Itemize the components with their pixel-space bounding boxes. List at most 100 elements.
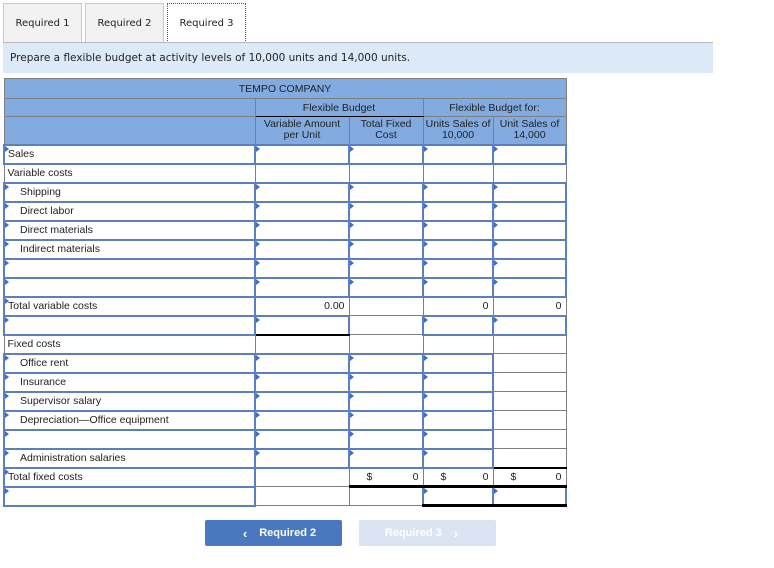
table-row: Office rent (3, 352, 567, 374)
input-direct-materials-variable[interactable] (254, 219, 350, 241)
input-blank-fixed[interactable] (348, 276, 424, 298)
input-office-rent-fixed[interactable] (348, 352, 424, 374)
prev-required-2-button[interactable]: ‹ Required 2 (205, 520, 342, 546)
input-depreciation-fixed[interactable] (348, 409, 424, 431)
input-blank-14000[interactable] (492, 314, 567, 336)
table-row: Insurance (3, 371, 567, 393)
input-blank-10000[interactable] (422, 276, 494, 298)
input-indirect-materials-fixed[interactable] (348, 238, 424, 260)
table-row: Total fixed costs $ 0 $ 0 $ 0 (3, 466, 567, 488)
input-blank-fixed[interactable] (348, 257, 424, 279)
input-indirect-materials-14000[interactable] (492, 238, 567, 260)
row-label-sales[interactable]: Sales (3, 143, 256, 165)
tab-required-1[interactable]: Required 1 (3, 3, 82, 43)
input-depreciation-variable[interactable] (254, 409, 350, 431)
chevron-left-icon: ‹ (242, 525, 248, 541)
cell-empty (492, 448, 567, 468)
row-label-insurance[interactable]: Insurance (3, 371, 256, 393)
input-blank-10000[interactable] (422, 257, 494, 279)
input-blank-10000[interactable] (422, 428, 494, 450)
currency-symbol: $ (510, 470, 517, 483)
table-row: Administration salaries (3, 447, 567, 469)
instruction-text: Prepare a flexible budget at activity le… (3, 43, 713, 73)
input-blank-variable[interactable] (254, 428, 350, 450)
prev-button-label: Required 2 (259, 527, 317, 539)
total-variable-per-unit: 0.00 (254, 295, 350, 316)
input-office-rent-variable[interactable] (254, 352, 350, 374)
input-administration-salaries-fixed[interactable] (348, 447, 424, 469)
input-blank-variable[interactable] (254, 314, 350, 336)
header-blank (3, 98, 256, 117)
company-name: TEMPO COMPANY (3, 78, 567, 99)
row-label-indirect-materials[interactable]: Indirect materials (3, 238, 256, 260)
row-label-administration-salaries[interactable]: Administration salaries (3, 447, 256, 469)
input-administration-salaries-variable[interactable] (254, 447, 350, 469)
row-label-office-rent[interactable]: Office rent (3, 352, 256, 374)
input-blank-label[interactable] (3, 276, 256, 298)
input-shipping-fixed[interactable] (348, 181, 424, 203)
input-blank-label[interactable] (3, 257, 256, 279)
input-depreciation-10000[interactable] (422, 409, 494, 431)
table-row: Sales (3, 143, 567, 165)
currency-symbol: $ (366, 470, 373, 483)
tab-required-2[interactable]: Required 2 (85, 3, 164, 43)
row-label-supervisor-salary[interactable]: Supervisor salary (3, 390, 256, 412)
input-blank-10000[interactable] (422, 485, 494, 507)
row-label-direct-labor[interactable]: Direct labor (3, 200, 256, 222)
input-direct-materials-fixed[interactable] (348, 219, 424, 241)
total-fixed-14000-amount: 0 (555, 470, 562, 483)
input-sales-14000[interactable] (492, 143, 567, 165)
table-row: Fixed costs (3, 334, 567, 354)
input-sales-fixed[interactable] (348, 143, 424, 165)
tab-required-3[interactable]: Required 3 (167, 3, 246, 43)
input-direct-materials-10000[interactable] (422, 219, 494, 241)
input-blank-variable[interactable] (254, 276, 350, 298)
input-blank-10000[interactable] (422, 314, 494, 336)
input-blank-14000[interactable] (492, 485, 567, 507)
input-blank-fixed[interactable] (348, 428, 424, 450)
input-direct-labor-14000[interactable] (492, 200, 567, 222)
total-fixed-14000-value: $ 0 (492, 466, 567, 488)
input-blank-label[interactable] (3, 428, 256, 450)
header-flexible-budget-for: Flexible Budget for: (422, 98, 567, 117)
input-blank-label[interactable] (3, 314, 256, 336)
input-supervisor-salary-fixed[interactable] (348, 390, 424, 412)
input-direct-materials-14000[interactable] (492, 219, 567, 241)
input-direct-labor-fixed[interactable] (348, 200, 424, 222)
input-insurance-variable[interactable] (254, 371, 350, 393)
input-shipping-variable[interactable] (254, 181, 350, 203)
input-blank-label[interactable] (3, 485, 256, 507)
input-insurance-fixed[interactable] (348, 371, 424, 393)
input-blank-14000[interactable] (492, 276, 567, 298)
input-administration-salaries-10000[interactable] (422, 447, 494, 469)
col-units-14000: Unit Sales of 14,000 (492, 116, 567, 145)
table-row: Supervisor salary (3, 390, 567, 412)
input-sales-variable[interactable] (254, 143, 350, 165)
cell-empty (492, 334, 567, 354)
input-supervisor-salary-variable[interactable] (254, 390, 350, 412)
input-sales-10000[interactable] (422, 143, 494, 165)
input-indirect-materials-10000[interactable] (422, 238, 494, 260)
input-shipping-10000[interactable] (422, 181, 494, 203)
row-label-total-fixed-costs[interactable]: Total fixed costs (3, 466, 256, 488)
input-indirect-materials-variable[interactable] (254, 238, 350, 260)
input-shipping-14000[interactable] (492, 181, 567, 203)
input-blank-variable[interactable] (254, 257, 350, 279)
total-variable-14000: 0 (492, 295, 567, 316)
table-row: Direct labor (3, 200, 567, 222)
input-direct-labor-variable[interactable] (254, 200, 350, 222)
row-label-total-variable-costs[interactable]: Total variable costs (3, 295, 256, 317)
input-supervisor-salary-10000[interactable] (422, 390, 494, 412)
row-label-shipping[interactable]: Shipping (3, 181, 256, 203)
cell-empty (492, 410, 567, 430)
input-insurance-10000[interactable] (422, 371, 494, 393)
input-blank-14000[interactable] (492, 257, 567, 279)
cell-empty (348, 486, 424, 506)
input-direct-labor-10000[interactable] (422, 200, 494, 222)
col-units-10000: Units Sales of 10,000 (422, 116, 494, 145)
input-office-rent-10000[interactable] (422, 352, 494, 374)
row-label-depreciation[interactable]: Depreciation—Office equipment (3, 409, 256, 431)
cell-empty (348, 163, 424, 183)
header-flexible-budget: Flexible Budget (254, 98, 424, 117)
row-label-direct-materials[interactable]: Direct materials (3, 219, 256, 241)
